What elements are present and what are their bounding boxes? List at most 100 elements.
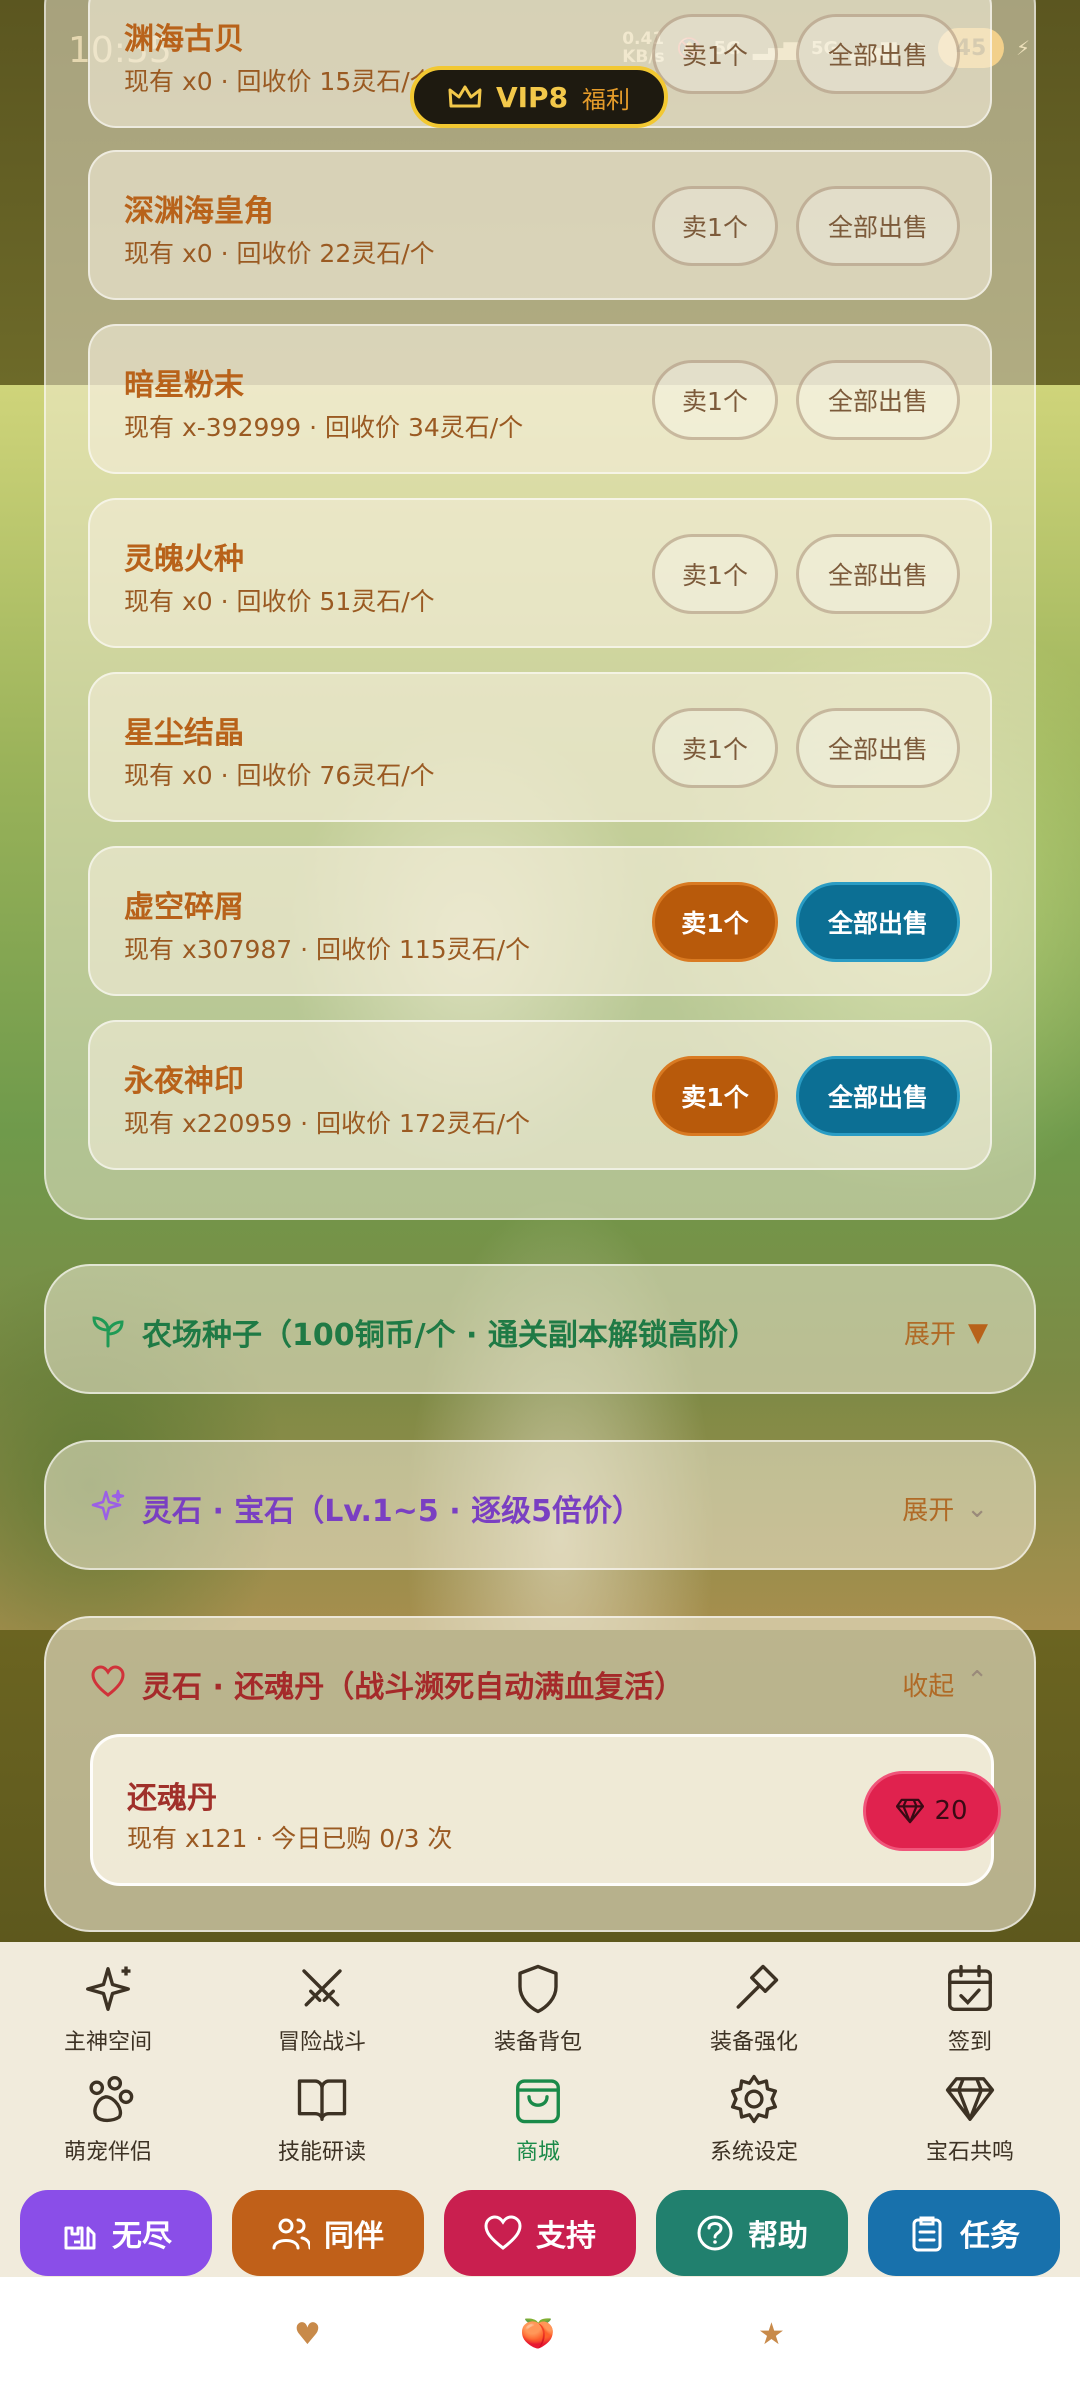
revive-header[interactable]: 灵石 · 还魂丹（战斗濒死自动满血复活） 收起 ⌃ (46, 1618, 1034, 1718)
nav-item-3[interactable]: 装备强化 (674, 1962, 834, 2056)
material-row: 星尘结晶 现有 x0 · 回收价 76灵石/个 卖1个 全部出售 (88, 672, 992, 822)
section-title: 灵石 · 还魂丹（战斗濒死自动满血复活） (142, 1670, 685, 1705)
buy-gem-button[interactable]: 20 (863, 1771, 1001, 1851)
calendar-check-icon (948, 1964, 992, 2011)
price: 20 (934, 1796, 968, 1826)
shopping-bag-icon (516, 2079, 560, 2124)
quick-button-2[interactable]: 支持 (444, 2190, 636, 2276)
peach-icon[interactable]: 🍑 (520, 2317, 555, 2350)
nav-label: 装备背包 (493, 2030, 582, 2055)
nav-item-0[interactable]: 主神空间 (28, 1962, 188, 2056)
sell-all-button[interactable]: 全部出售 (796, 708, 960, 788)
material-row: 暗星粉末 现有 x-392999 · 回收价 34灵石/个 卖1个 全部出售 (88, 324, 992, 474)
chevron-down-icon: ⌄ (966, 1493, 988, 1524)
crown-icon (448, 85, 482, 108)
help-circle-icon (697, 2215, 733, 2251)
nav-item-5[interactable]: 萌宠伴侣 (28, 2072, 188, 2166)
item-meta: 现有 x220959 · 回收价 172灵石/个 (124, 1109, 531, 1138)
expand-toggle[interactable]: 展开 ⌄ (902, 1490, 988, 1527)
nav-label: 装备强化 (709, 2030, 798, 2055)
item-meta: 现有 x307987 · 回收价 115灵石/个 (124, 935, 531, 964)
item-meta: 现有 x-392999 · 回收价 34灵石/个 (124, 413, 524, 442)
item-meta: 现有 x0 · 回收价 22灵石/个 (124, 239, 435, 268)
sell-all-button[interactable]: 全部出售 (796, 534, 960, 614)
nav-item-7[interactable]: 商城 (458, 2072, 618, 2166)
system-nav-bar: ♥ 🍑 ★ (0, 2277, 1080, 2401)
material-row: 灵魄火种 现有 x0 · 回收价 51灵石/个 卖1个 全部出售 (88, 498, 992, 648)
item-meta: 现有 x0 · 回收价 15灵石/个 (124, 67, 435, 96)
tower-icon (64, 2226, 96, 2250)
gem-icon (945, 2077, 995, 2121)
section-title: 农场种子（100铜币/个 · 通关副本解锁高阶） (142, 1318, 758, 1353)
section-gems[interactable]: 灵石 · 宝石（Lv.1~5 · 逐级5倍价） 展开 ⌄ (44, 1440, 1036, 1570)
item-name: 渊海古贝 (124, 22, 244, 57)
users-icon (272, 2218, 310, 2250)
sell-all-button[interactable]: 全部出售 (796, 882, 960, 962)
material-row: 永夜神印 现有 x220959 · 回收价 172灵石/个 卖1个 全部出售 (88, 1020, 992, 1170)
item-meta: 现有 x0 · 回收价 51灵石/个 (124, 587, 435, 616)
nav-item-2[interactable]: 装备背包 (458, 1962, 618, 2056)
sell-one-button[interactable]: 卖1个 (652, 708, 778, 788)
section-revive: 灵石 · 还魂丹（战斗濒死自动满血复活） 收起 ⌃ 还魂丹 现有 x121 · 今… (44, 1616, 1036, 1932)
nav-item-4[interactable]: 签到 (890, 1962, 1050, 2056)
nav-item-9[interactable]: 宝石共鸣 (890, 2072, 1050, 2166)
sell-one-button[interactable]: 卖1个 (652, 882, 778, 962)
toggle-label: 收起 (902, 1672, 955, 1702)
nav-label: 技能研读 (277, 2140, 366, 2165)
toggle-label: 展开 (902, 1496, 955, 1526)
quick-button-0[interactable]: 无尽 (20, 2190, 212, 2276)
revive-item-card: 还魂丹 现有 x121 · 今日已购 0/3 次 20 (90, 1734, 1001, 1886)
sell-one-button[interactable]: 卖1个 (652, 14, 778, 94)
nav-label: 系统设定 (709, 2140, 798, 2165)
quick-button-1[interactable]: 同伴 (232, 2190, 424, 2276)
nav-item-8[interactable]: 系统设定 (674, 2072, 834, 2166)
sell-all-button[interactable]: 全部出售 (796, 1056, 960, 1136)
sell-one-button[interactable]: 卖1个 (652, 1056, 778, 1136)
nav-item-1[interactable]: 冒险战斗 (242, 1962, 402, 2056)
gear-icon (730, 2074, 778, 2124)
quick-label: 帮助 (748, 2219, 808, 2254)
paw-icon (89, 2075, 134, 2123)
sparkle-icon (91, 1489, 125, 1521)
nav-label: 主神空间 (63, 2030, 152, 2055)
gem-icon (896, 1798, 925, 1824)
item-meta: 现有 x121 · 今日已购 0/3 次 (127, 1824, 453, 1853)
clipboard-icon (912, 2216, 942, 2252)
heart-icon (484, 2215, 522, 2250)
item-name: 灵魄火种 (124, 542, 244, 577)
sell-all-button[interactable]: 全部出售 (796, 186, 960, 266)
quick-button-4[interactable]: 任务 (868, 2190, 1060, 2276)
material-row: 深渊海皇角 现有 x0 · 回收价 22灵石/个 卖1个 全部出售 (88, 150, 992, 300)
nav-label: 萌宠伴侣 (63, 2140, 152, 2165)
sell-all-button[interactable]: 全部出售 (796, 14, 960, 94)
nav-label: 冒险战斗 (277, 2030, 366, 2055)
sell-all-button[interactable]: 全部出售 (796, 360, 960, 440)
sell-one-button[interactable]: 卖1个 (652, 534, 778, 614)
star-icon[interactable]: ★ (758, 2317, 785, 2352)
section-farm-seeds[interactable]: 农场种子（100铜币/个 · 通关副本解锁高阶） 展开 ▼ (44, 1264, 1036, 1394)
section-title: 灵石 · 宝石（Lv.1~5 · 逐级5倍价） (142, 1494, 642, 1529)
nav-item-6[interactable]: 技能研读 (242, 2072, 402, 2166)
material-row: 虚空碎屑 现有 x307987 · 回收价 115灵石/个 卖1个 全部出售 (88, 846, 992, 996)
item-name: 深渊海皇角 (124, 194, 274, 229)
item-name: 永夜神印 (124, 1064, 244, 1099)
vip-level: VIP8 (495, 80, 569, 114)
sell-one-button[interactable]: 卖1个 (652, 360, 778, 440)
quick-label: 无尽 (112, 2219, 172, 2254)
book-icon (297, 2079, 347, 2121)
item-name: 星尘结晶 (124, 716, 244, 751)
swords-icon (302, 1969, 342, 2007)
item-name: 虚空碎屑 (124, 890, 244, 925)
quick-label: 任务 (960, 2219, 1020, 2254)
expand-toggle[interactable]: 展开 ▼ (904, 1314, 988, 1351)
shield-icon (518, 1964, 558, 2014)
heart-icon (91, 1665, 125, 1697)
heart-icon[interactable]: ♥ (294, 2317, 321, 2352)
toggle-label: 展开 (903, 1320, 956, 1350)
collapse-toggle[interactable]: 收起 ⌃ (902, 1666, 988, 1703)
vip-badge[interactable]: VIP8 福利 (410, 66, 668, 128)
quick-button-3[interactable]: 帮助 (656, 2190, 848, 2276)
vip-perk: 福利 (582, 85, 631, 114)
sell-one-button[interactable]: 卖1个 (652, 186, 778, 266)
nav-label: 商城 (515, 2140, 560, 2165)
